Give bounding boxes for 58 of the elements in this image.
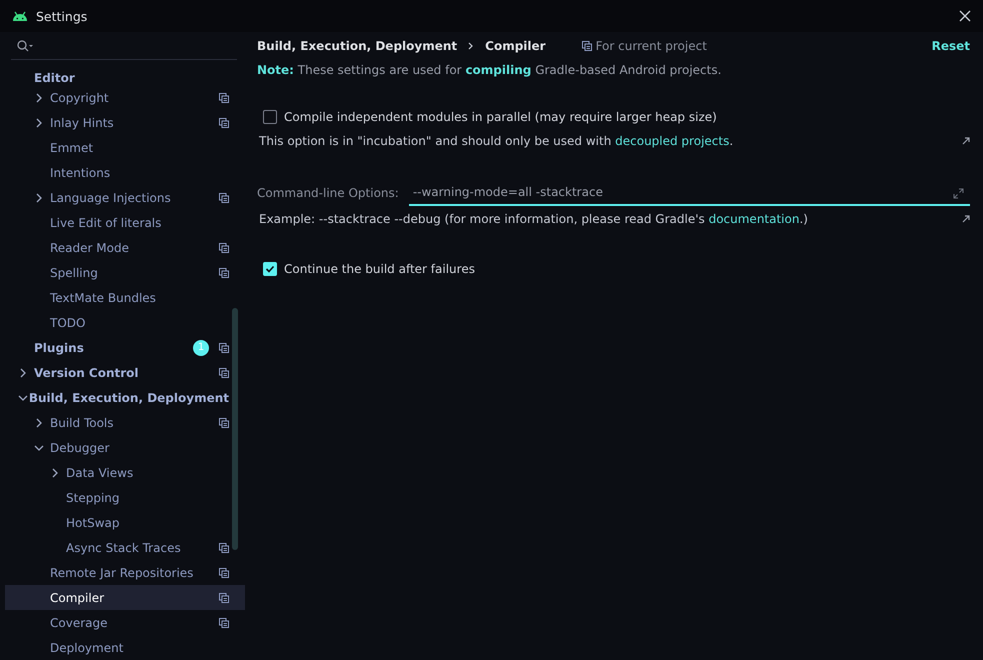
- tree-item[interactable]: Live Edit of literals: [5, 210, 245, 235]
- tree-item[interactable]: Deployment: [5, 635, 245, 660]
- tree-item[interactable]: TODO: [5, 310, 245, 335]
- hint-link[interactable]: decoupled projects: [615, 134, 730, 148]
- tree-item[interactable]: Remote Jar Repositories: [5, 560, 245, 585]
- tree-item[interactable]: Debugger: [5, 435, 245, 460]
- chevron-right-icon[interactable]: [34, 118, 44, 128]
- notification-badge: 1: [193, 340, 209, 356]
- hint-text: This option is in "incubation" and should only be used with decoupled projects.: [259, 134, 734, 148]
- breadcrumb-item: Build, Execution, Deployment: [257, 39, 458, 53]
- expand-icon[interactable]: [953, 188, 964, 199]
- tree-item[interactable]: Build, Execution, Deployment: [5, 385, 245, 410]
- tree-item[interactable]: HotSwap: [5, 510, 245, 535]
- tree-item[interactable]: Version Control: [5, 360, 245, 385]
- tree-item[interactable]: Stepping: [5, 485, 245, 510]
- chevron-down-icon[interactable]: [34, 442, 44, 452]
- tree-item[interactable]: Language Injections: [5, 185, 245, 210]
- tree-item[interactable]: Intentions: [5, 160, 245, 185]
- project-scope-icon: [582, 41, 592, 51]
- chevron-right-icon[interactable]: [34, 418, 44, 428]
- tree-item[interactable]: TextMate Bundles: [5, 285, 245, 310]
- search-icon: [17, 40, 34, 52]
- external-link-icon[interactable]: [962, 137, 970, 145]
- scrollbar[interactable]: [232, 308, 238, 550]
- reset-link[interactable]: Reset: [932, 39, 970, 53]
- tree-item[interactable]: Compiler: [5, 585, 245, 610]
- chevron-down-icon[interactable]: [18, 392, 28, 402]
- check-icon: [265, 264, 275, 274]
- tree-item[interactable]: Reader Mode: [5, 235, 245, 260]
- hint-link[interactable]: documentation: [708, 212, 800, 226]
- breadcrumb-item: Compiler: [485, 39, 546, 53]
- tree-item[interactable]: Inlay Hints: [5, 110, 245, 135]
- checkbox[interactable]: [263, 110, 277, 124]
- tree-item[interactable]: Async Stack Traces: [5, 535, 245, 560]
- chevron-right-icon[interactable]: [34, 192, 44, 202]
- chevron-right-icon[interactable]: [34, 92, 44, 102]
- tree-item[interactable]: Spelling: [5, 260, 245, 285]
- external-link-icon[interactable]: [962, 215, 970, 223]
- checkbox-label: Continue the build after failures: [284, 262, 475, 276]
- close-button[interactable]: [957, 8, 973, 24]
- window-title: Settings: [36, 8, 88, 24]
- chevron-right-icon: [467, 42, 476, 50]
- android-logo-icon: [12, 10, 28, 22]
- field-label: Command-line Options:: [257, 186, 399, 200]
- checkbox-label: Compile independent modules in parallel (may require larger heap size): [284, 110, 717, 124]
- tree-item[interactable]: Copyright: [5, 85, 245, 110]
- scope-label: For current project: [596, 39, 707, 53]
- tree-item[interactable]: Coverage: [5, 610, 245, 635]
- chevron-right-icon[interactable]: [18, 368, 28, 378]
- input-field[interactable]: --warning-mode=all -stacktrace: [408, 180, 970, 206]
- note-text: Note: These settings are used for compiling Gradle-based Android projects.: [257, 63, 722, 77]
- chevron-right-icon[interactable]: [50, 468, 60, 478]
- hint-text: Example: --stacktrace --debug (for more information, please read Gradle's documentation.): [259, 212, 809, 226]
- tree-item[interactable]: Editor: [5, 70, 245, 85]
- tree-item[interactable]: Build Tools: [5, 410, 245, 435]
- tree-item[interactable]: Emmet: [5, 135, 245, 160]
- tree-item[interactable]: Data Views: [5, 460, 245, 485]
- tree-item[interactable]: Plugins 1: [5, 335, 245, 360]
